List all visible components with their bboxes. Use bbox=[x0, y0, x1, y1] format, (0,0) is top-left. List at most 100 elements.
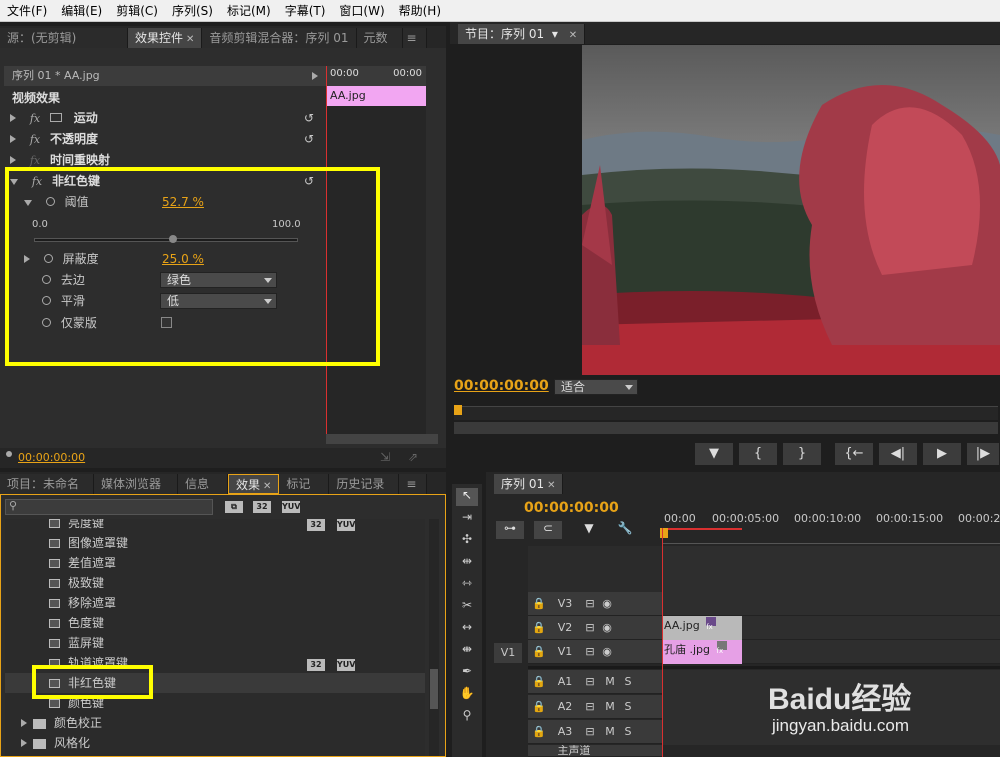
solo-button[interactable]: S bbox=[622, 695, 634, 719]
expand-icon[interactable] bbox=[10, 135, 16, 143]
solo-button[interactable]: S bbox=[622, 670, 634, 694]
filter-icon[interactable]: ⇲ bbox=[380, 450, 390, 464]
slide-tool-icon[interactable]: ⇼ bbox=[456, 642, 478, 660]
export-icon[interactable]: ⇗ bbox=[408, 450, 418, 464]
tab-sequence[interactable]: 序列 01 ✕ bbox=[494, 474, 564, 494]
tab-program[interactable]: 节目：序列 01 ▾ ✕ bbox=[458, 24, 586, 44]
zoom-tool-icon[interactable]: ⚲ bbox=[456, 708, 478, 726]
effect-item[interactable]: 亮度键 bbox=[49, 519, 104, 533]
reset-icon[interactable]: ↺ bbox=[304, 108, 314, 128]
tab-metadata[interactable]: 元数 bbox=[356, 28, 403, 48]
expand-icon[interactable] bbox=[312, 72, 318, 80]
chevron-down-icon[interactable]: ▾ bbox=[552, 24, 562, 44]
step-back-button[interactable]: ◀| bbox=[878, 442, 918, 466]
menu-marker[interactable]: 标记(M) bbox=[220, 0, 278, 22]
tab-history[interactable]: 历史记录 bbox=[329, 474, 400, 494]
close-icon[interactable]: ✕ bbox=[569, 30, 577, 41]
av-divider[interactable] bbox=[528, 666, 1000, 669]
eye-icon[interactable]: ◉ bbox=[600, 640, 614, 664]
record-icon[interactable] bbox=[6, 451, 12, 457]
program-timecode[interactable]: 00:00:00:00 bbox=[454, 378, 549, 394]
reset-icon[interactable]: ↺ bbox=[304, 129, 314, 149]
tab-audio-mixer[interactable]: 音频剪辑混合器：序列 01 bbox=[202, 28, 357, 48]
toggle-sync-icon[interactable]: ⊟ bbox=[582, 720, 598, 744]
source-patch-v1[interactable]: V1 bbox=[494, 643, 522, 663]
menu-sequence[interactable]: 序列(S) bbox=[165, 0, 220, 22]
track-select-tool-icon[interactable]: ⇥ bbox=[456, 510, 478, 528]
scroll-thumb[interactable] bbox=[430, 669, 438, 709]
toggle-sync-icon[interactable]: ⊟ bbox=[582, 616, 598, 640]
timeline-timecode[interactable]: 00:00:00:00 bbox=[524, 500, 619, 516]
expand-icon[interactable] bbox=[21, 739, 27, 747]
tab-effects[interactable]: 效果 ✕ bbox=[228, 474, 280, 494]
mark-in-button[interactable]: { bbox=[738, 442, 778, 466]
go-to-in-button[interactable]: {← bbox=[834, 442, 874, 466]
timeline-playhead[interactable] bbox=[662, 528, 663, 757]
menu-window[interactable]: 窗口(W) bbox=[332, 0, 391, 22]
eye-icon[interactable]: ◉ bbox=[600, 616, 614, 640]
transform-icon[interactable] bbox=[49, 113, 62, 122]
tab-effect-controls[interactable]: 效果控件 ✕ bbox=[128, 28, 203, 48]
toggle-sync-icon[interactable]: ⊟ bbox=[582, 640, 598, 664]
pen-tool-icon[interactable]: ✒ bbox=[456, 664, 478, 682]
panel-menu-icon[interactable]: ≡ bbox=[402, 28, 427, 48]
toggle-sync-icon[interactable]: ⊟ bbox=[582, 670, 598, 694]
add-marker-button[interactable]: ▼ bbox=[694, 442, 734, 466]
linked-selection-icon[interactable]: ⊂ bbox=[534, 521, 562, 539]
menu-help[interactable]: 帮助(H) bbox=[392, 0, 448, 22]
effect-item[interactable]: 蓝屏键 bbox=[49, 633, 104, 653]
lock-icon[interactable]: 🔒 bbox=[532, 616, 546, 640]
effect-item[interactable]: 差值遮罩 bbox=[49, 553, 116, 573]
mute-button[interactable]: M bbox=[604, 695, 616, 719]
play-button[interactable]: ▶ bbox=[922, 442, 962, 466]
folder-item[interactable]: 风格化 bbox=[21, 733, 90, 753]
close-icon[interactable]: ✕ bbox=[186, 34, 194, 45]
playhead-marker[interactable] bbox=[454, 405, 462, 415]
close-icon[interactable]: ✕ bbox=[263, 481, 271, 492]
slip-tool-icon[interactable]: ↔ bbox=[456, 620, 478, 638]
ec-scrollbar[interactable] bbox=[326, 434, 438, 444]
add-marker-icon[interactable]: ▼ bbox=[582, 521, 596, 539]
lock-icon[interactable]: 🔒 bbox=[532, 592, 546, 616]
mark-out-button[interactable]: } bbox=[782, 442, 822, 466]
close-icon[interactable]: ✕ bbox=[547, 480, 555, 491]
expand-icon[interactable] bbox=[10, 156, 16, 164]
snap-icon[interactable]: ⊶ bbox=[496, 521, 524, 539]
timeline-ruler[interactable]: 00:00 00:00:05:00 00:00:10:00 00:00:15:0… bbox=[660, 508, 1000, 544]
program-zoom-bar[interactable] bbox=[454, 422, 998, 434]
menu-clip[interactable]: 剪辑(C) bbox=[109, 0, 165, 22]
solo-button[interactable]: S bbox=[622, 720, 634, 744]
panel-menu-icon[interactable]: ≡ bbox=[399, 474, 428, 494]
lock-icon[interactable]: 🔒 bbox=[532, 640, 546, 664]
tab-markers[interactable]: 标记 bbox=[279, 474, 330, 494]
effect-motion[interactable]: fx 运动 ↺ bbox=[10, 108, 320, 128]
ripple-edit-tool-icon[interactable]: ✣ bbox=[456, 532, 478, 550]
clip-kongmiao[interactable]: 孔庙 .jpg fx bbox=[662, 640, 742, 664]
lock-icon[interactable]: 🔒 bbox=[532, 670, 546, 694]
ec-clip[interactable]: AA.jpg bbox=[326, 86, 426, 106]
lock-icon[interactable]: 🔒 bbox=[532, 720, 546, 744]
menu-edit[interactable]: 编辑(E) bbox=[54, 0, 109, 22]
expand-icon[interactable] bbox=[10, 114, 16, 122]
effect-item[interactable]: 极致键 bbox=[49, 573, 104, 593]
toggle-sync-icon[interactable]: ⊟ bbox=[582, 592, 598, 616]
folder-item[interactable]: 颜色校正 bbox=[21, 713, 102, 733]
toggle-sync-icon[interactable]: ⊟ bbox=[582, 695, 598, 719]
tab-info[interactable]: 信息 bbox=[178, 474, 228, 494]
mute-button[interactable]: M bbox=[604, 720, 616, 744]
wrench-icon[interactable]: 🔧 bbox=[616, 521, 634, 539]
rolling-edit-tool-icon[interactable]: ⇹ bbox=[456, 554, 478, 572]
program-scrubber[interactable] bbox=[454, 405, 998, 420]
effect-item[interactable]: 色度键 bbox=[49, 613, 104, 633]
accelerated-effects-icon[interactable]: ⧉ bbox=[225, 501, 243, 513]
lock-icon[interactable]: 🔒 bbox=[532, 695, 546, 719]
selection-tool-icon[interactable]: ↖ bbox=[456, 488, 478, 506]
tab-project[interactable]: 项目：未命名 bbox=[0, 474, 94, 494]
effect-item[interactable]: 图像遮罩键 bbox=[49, 533, 128, 553]
mute-button[interactable]: M bbox=[604, 670, 616, 694]
effects-scrollbar[interactable] bbox=[429, 519, 439, 756]
tab-source[interactable]: 源：(无剪辑) bbox=[0, 28, 128, 48]
clip-aa[interactable]: AA.jpg fx bbox=[662, 616, 742, 640]
32bit-effects-icon[interactable]: 32 bbox=[253, 501, 271, 513]
razor-tool-icon[interactable]: ✂ bbox=[456, 598, 478, 616]
